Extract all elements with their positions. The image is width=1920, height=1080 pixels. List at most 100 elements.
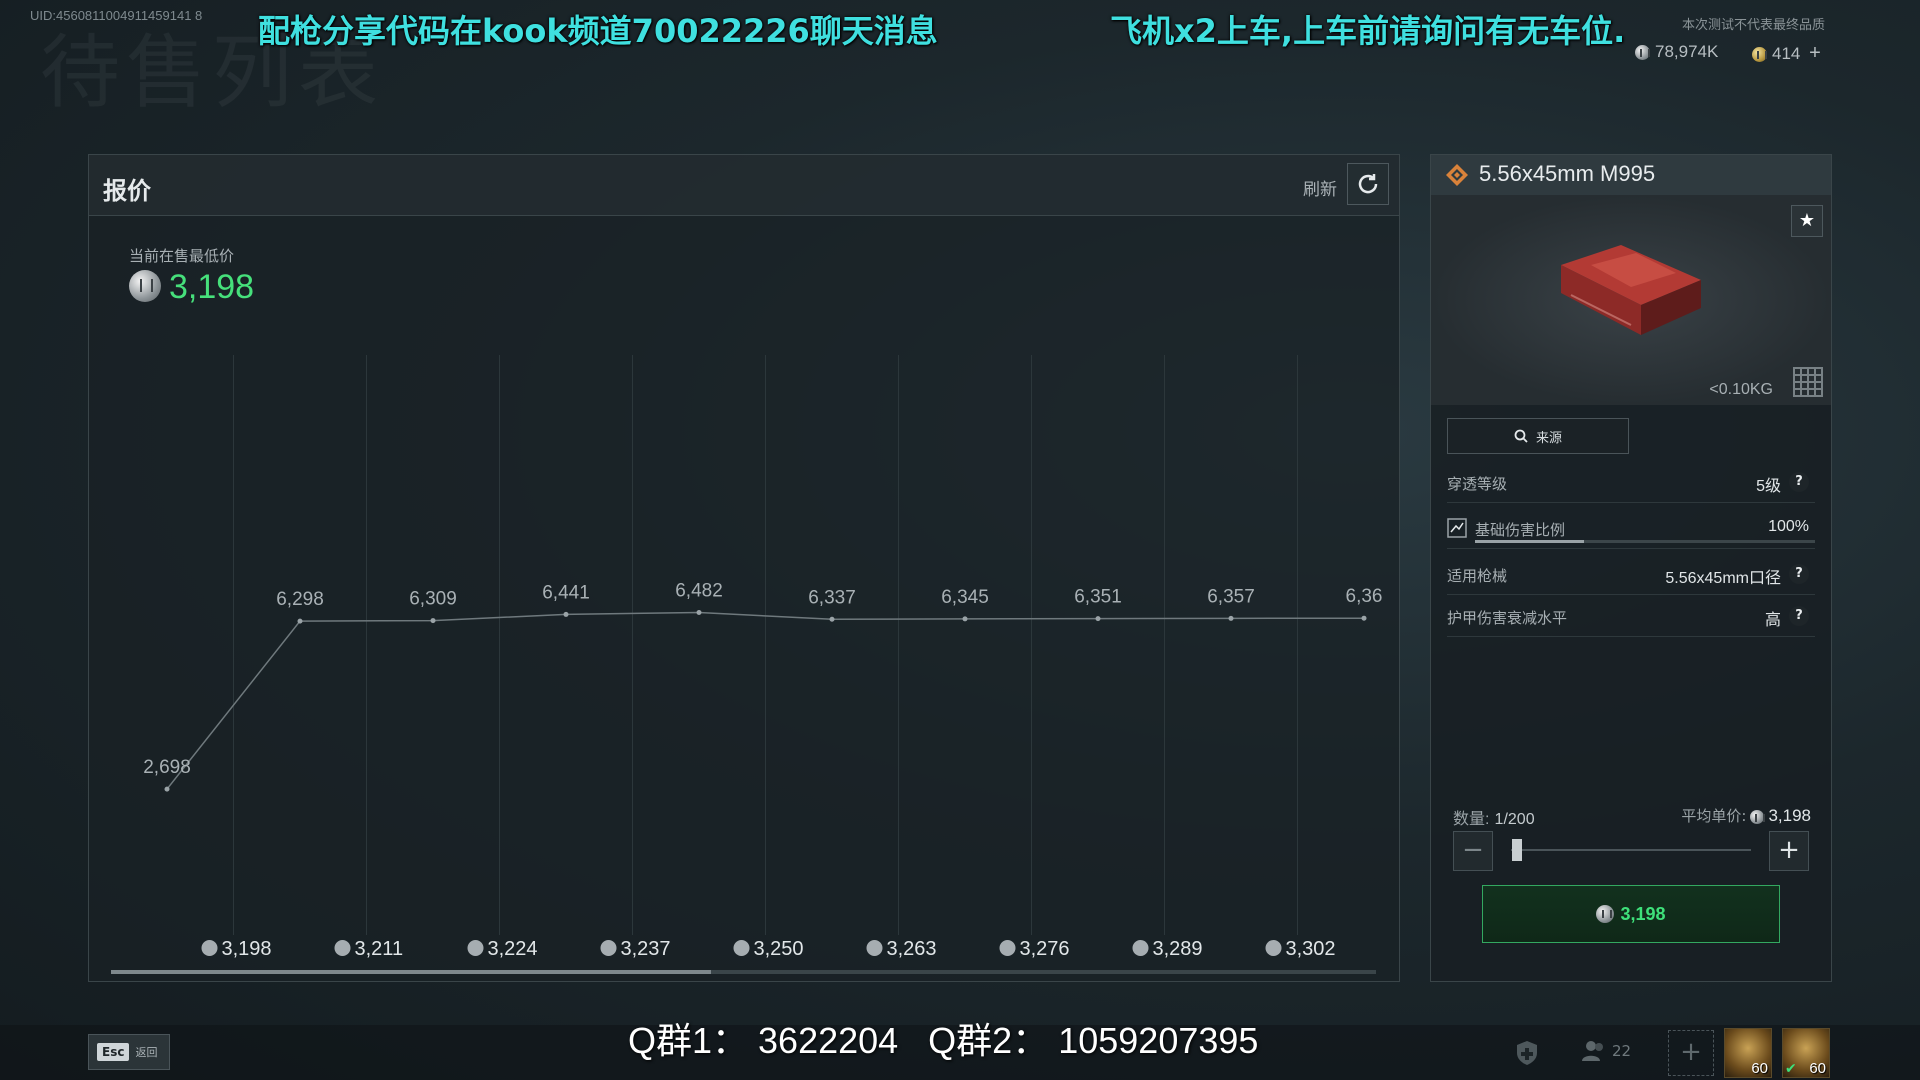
avatar[interactable]: 60 [1724,1028,1772,1078]
avatar-level: 60 [1809,1060,1826,1077]
chart-scrollbar[interactable] [111,970,1376,974]
friends-count[interactable]: 22 [1582,1040,1631,1062]
quantity-plus-button[interactable]: + [1769,831,1809,871]
qq-group-text: Q群1： 3622204 Q群2： 1059207395 [628,1020,1259,1061]
average-price-label: 平均单价: [1681,807,1747,825]
quantity-label-text: 数量: [1453,811,1490,828]
overlay-text-left: 配枪分享代码在kook频道70022226聊天消息 [258,12,938,50]
data-point [829,616,835,622]
data-point [430,618,436,624]
data-label: 6,441 [542,582,590,603]
gold-balance[interactable]: 414 + [1752,42,1821,65]
buy-button[interactable]: 3,198 [1482,885,1780,943]
help-icon[interactable]: ? [1789,564,1809,584]
attr-value: 100% [1768,518,1809,535]
x-tick-label: 3,276 [999,938,1070,960]
x-tick-value: 3,198 [222,938,272,960]
quantity-minus-button[interactable]: − [1453,831,1493,871]
back-label: 返回 [135,1046,158,1059]
data-point [696,610,702,616]
data-label: 6,337 [808,587,856,608]
plus-icon[interactable]: + [1809,42,1821,64]
item-detail-panel: 5.56x45mm M995 ★ <0.10KG 来源 穿透等级 5级 ? 基础… [1430,154,1832,982]
coin-icon [1265,940,1282,956]
item-name: 5.56x45mm M995 [1479,161,1656,186]
coin-icon [467,940,484,956]
x-tick-label: 3,198 [201,938,272,960]
source-label: 来源 [1535,430,1562,446]
coin-icon [733,940,750,956]
attr-base-damage: 基础伤害比例 100% [1447,508,1815,549]
x-tick-label: 3,237 [600,938,671,960]
avatar[interactable]: ✔ 60 [1782,1028,1830,1078]
data-point [1361,615,1367,621]
friends-count-value: 22 [1612,1042,1632,1060]
x-tick-value: 3,211 [355,938,404,960]
coin-icon [334,940,351,956]
quantity-slider-handle[interactable] [1512,839,1523,861]
gold-coin-icon [1752,47,1767,63]
coin-icon [1750,809,1766,824]
attr-label: 护甲伤害衰减水平 [1447,609,1568,627]
quantity-slider[interactable] [1511,839,1751,861]
item-image: ★ <0.10KG [1431,195,1831,405]
favorite-star-button[interactable]: ★ [1791,205,1823,237]
attr-value: 高 [1764,612,1781,629]
help-icon[interactable]: ? [1789,606,1809,626]
coin-icon [600,940,617,956]
attr-applicable-weapons: 适用枪械 5.56x45mm口径 ? [1447,554,1815,595]
attr-armor-damage-decay: 护甲伤害衰减水平 高 ? [1447,596,1815,637]
data-label: 6,36 [1346,586,1383,607]
coin-icon [1635,45,1650,61]
ammo-box-icon [1561,245,1701,335]
coin-icon [1132,940,1149,956]
attr-label: 穿透等级 [1447,475,1508,493]
friends-icon [1582,1041,1603,1061]
x-tick-value: 3,276 [1020,938,1070,960]
coin-icon [999,940,1016,956]
data-label: 6,351 [1074,587,1122,608]
x-tick-label: 3,289 [1132,938,1203,960]
chart-scrollbar-thumb[interactable] [111,970,711,974]
average-price-value: 3,198 [1768,806,1811,825]
data-point [164,786,170,792]
quantity-label: 数量: 1/200 [1453,805,1535,829]
attr-penetration-level: 穿透等级 5级 ? [1447,462,1815,503]
overlay-text-right: 飞机x2上车,上车前请询问有无车位. [1110,12,1626,50]
attr-value: 5级 [1756,478,1781,495]
x-tick-label: 3,211 [334,938,404,960]
source-button[interactable]: 来源 [1447,418,1629,454]
help-icon[interactable]: ? [1789,472,1809,492]
data-point [563,611,569,617]
data-label: 6,345 [941,587,989,608]
gold-balance-value: 414 [1772,44,1801,63]
x-tick-value: 3,289 [1153,938,1203,960]
damage-icon [1447,518,1467,538]
damage-bar-fill [1475,540,1584,543]
x-tick-label: 3,224 [467,938,538,960]
search-icon [1514,429,1528,443]
esc-key-label: Esc [97,1043,130,1061]
coin-balance-value: 78,974K [1655,42,1719,61]
attr-value: 5.56x45mm口径 [1665,570,1781,587]
x-tick-label: 3,263 [866,938,937,960]
disclaimer-text: 本次测试不代表最终品质 [1682,18,1826,33]
data-label: 2,698 [143,757,191,778]
item-weight: <0.10KG [1709,381,1773,398]
ready-check-icon: ✔ [1785,1061,1797,1077]
attr-label: 适用枪械 [1447,567,1508,585]
data-label: 6,482 [675,581,723,602]
x-tick-label: 3,250 [733,938,804,960]
shield-icon[interactable] [1516,1040,1538,1066]
average-price: 平均单价: 3,198 [1681,805,1811,826]
x-tick-value: 3,250 [754,938,804,960]
price-panel: 报价 刷新 当前在售最低价 3,198 2,698 6,298 6,309 6,441… [88,154,1400,982]
back-button[interactable]: Esc 返回 [88,1034,170,1070]
data-label: 6,357 [1207,586,1255,607]
data-point [1095,616,1101,622]
add-teammate-button[interactable]: + [1668,1030,1714,1076]
coin-icon [1596,905,1615,923]
quantity-value: 1/200 [1494,811,1535,828]
x-tick-value: 3,224 [488,938,538,960]
data-point [297,618,303,624]
